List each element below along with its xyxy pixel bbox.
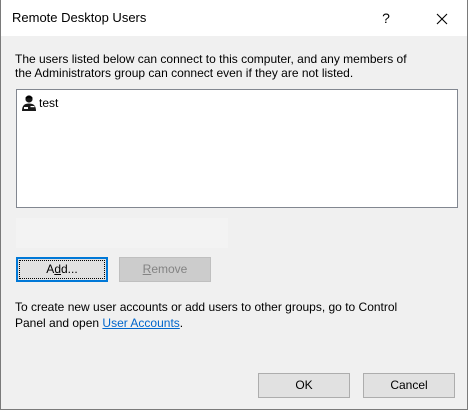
info-line-2-suffix: . xyxy=(179,316,184,330)
users-listbox[interactable]: test xyxy=(16,89,458,208)
description-text: The users listed below can connect to th… xyxy=(15,52,455,80)
focus-ring xyxy=(19,260,105,279)
remove-button[interactable]: Remove xyxy=(119,257,211,282)
info-line-2-prefix: Panel and open xyxy=(15,316,103,330)
description-line-1: The users listed below can connect to th… xyxy=(15,52,407,66)
info-text: To create new user accounts or add users… xyxy=(15,299,459,331)
info-line-1: To create new user accounts or add users… xyxy=(15,300,398,314)
remove-label-post: emove xyxy=(151,262,188,276)
list-item[interactable]: test xyxy=(20,93,58,113)
remote-desktop-users-dialog: Remote Desktop Users ? The users listed … xyxy=(0,0,468,410)
ok-button[interactable]: OK xyxy=(258,373,350,398)
title-bar: Remote Desktop Users ? xyxy=(1,0,467,36)
close-button[interactable] xyxy=(419,0,465,36)
cancel-button[interactable]: Cancel xyxy=(363,373,455,398)
description-line-2: the Administrators group can connect eve… xyxy=(15,66,354,80)
help-button[interactable]: ? xyxy=(363,0,409,36)
user-icon xyxy=(20,94,38,112)
close-icon xyxy=(436,13,448,25)
remove-label-accel: R xyxy=(142,262,152,276)
user-name: test xyxy=(39,96,59,110)
faint-area xyxy=(16,218,228,248)
add-button[interactable]: Add... xyxy=(16,257,108,282)
info-line-2: Panel and open User Accounts. xyxy=(15,315,459,331)
window-title: Remote Desktop Users xyxy=(12,10,147,25)
user-accounts-link[interactable]: User Accounts xyxy=(102,316,179,330)
